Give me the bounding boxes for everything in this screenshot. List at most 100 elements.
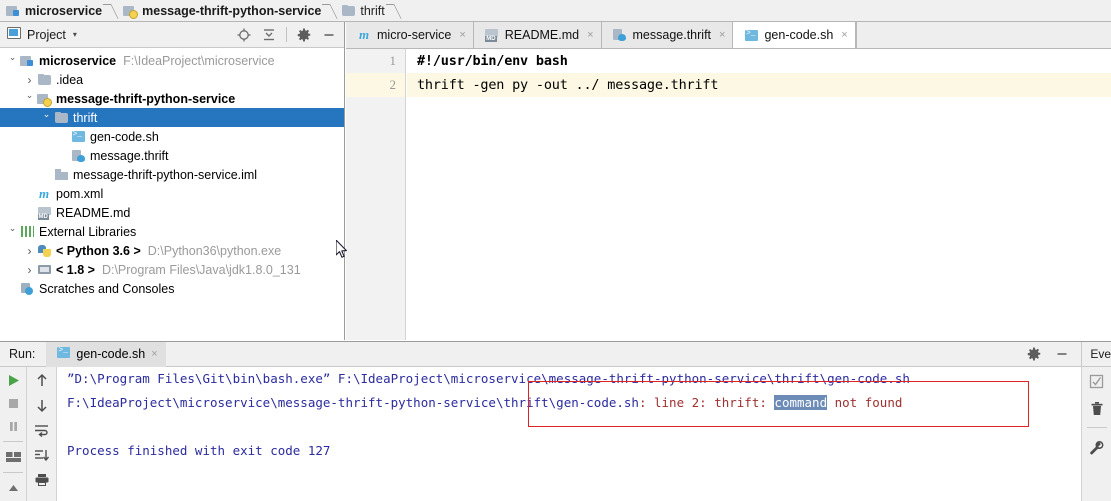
tree-item-label: Scratches and Consoles bbox=[39, 281, 175, 296]
chevron-down-icon[interactable] bbox=[23, 93, 36, 104]
stop-icon[interactable] bbox=[2, 394, 24, 412]
chevron-right-icon[interactable] bbox=[23, 73, 36, 87]
folder-icon bbox=[342, 5, 356, 16]
module-icon bbox=[6, 5, 20, 17]
project-panel-title: Project bbox=[27, 27, 66, 42]
shell-script-icon bbox=[743, 29, 759, 41]
tree-item-label: < 1.8 > bbox=[56, 262, 95, 277]
scratches-icon bbox=[19, 282, 35, 295]
tree-item-microservice[interactable]: microservice F:\IdeaProject\microservice bbox=[0, 51, 344, 70]
jdk-icon bbox=[36, 264, 52, 276]
layout-icon[interactable] bbox=[2, 448, 24, 466]
tree-item-path: F:\IdeaProject\microservice bbox=[123, 53, 275, 68]
pause-icon[interactable] bbox=[2, 417, 24, 435]
close-icon[interactable]: × bbox=[841, 29, 847, 41]
arrow-down-icon[interactable] bbox=[31, 396, 53, 414]
trash-icon[interactable] bbox=[1086, 399, 1108, 417]
up-icon[interactable] bbox=[2, 479, 24, 497]
minimize-icon[interactable] bbox=[318, 25, 340, 45]
tree-item-readme-md[interactable]: README.md bbox=[0, 203, 344, 222]
editor-tab-message-thrift[interactable]: message.thrift × bbox=[601, 22, 734, 48]
thrift-file-icon bbox=[70, 149, 86, 162]
close-icon[interactable]: × bbox=[719, 29, 725, 41]
code-line[interactable]: #!/usr/bin/env bash bbox=[407, 49, 1111, 73]
minimize-icon[interactable] bbox=[1051, 344, 1073, 364]
run-panel-label: Run: bbox=[9, 347, 36, 361]
breadcrumb-item-microservice[interactable]: microservice bbox=[0, 0, 104, 22]
collapse-all-icon[interactable] bbox=[258, 25, 280, 45]
maven-file-icon: m bbox=[38, 185, 50, 201]
project-panel-header: Project ▾ bbox=[0, 22, 344, 48]
event-log-button[interactable]: Eve bbox=[1081, 341, 1111, 367]
tree-item-external-libraries[interactable]: External Libraries bbox=[0, 222, 344, 241]
tree-item-message-thrift[interactable]: message.thrift bbox=[0, 146, 344, 165]
folder-icon bbox=[36, 74, 52, 85]
shell-script-icon bbox=[57, 346, 71, 361]
toolbar-divider bbox=[1086, 427, 1107, 428]
tree-item-message-thrift-python-service-iml[interactable]: message-thrift-python-service.iml bbox=[0, 165, 344, 184]
close-icon[interactable]: × bbox=[587, 29, 593, 41]
chevron-down-icon[interactable]: ▾ bbox=[73, 30, 77, 39]
console-error-text-b: not found bbox=[827, 395, 903, 410]
chevron-down-icon[interactable] bbox=[6, 226, 19, 237]
tree-item-label: message-thrift-python-service bbox=[56, 91, 236, 106]
editor-panel: m micro-service × README.md × message.thrift ×… bbox=[346, 22, 1111, 340]
editor-tab-bar[interactable]: m micro-service × README.md × message.thrift ×… bbox=[346, 22, 1111, 49]
print-icon[interactable] bbox=[31, 471, 53, 489]
soft-wrap-icon[interactable] bbox=[31, 421, 53, 439]
editor-tab-label: micro-service bbox=[377, 28, 452, 42]
editor-code-area[interactable]: 12 #!/usr/bin/env bash thrift -gen py -ou… bbox=[346, 49, 1111, 340]
chevron-down-icon[interactable] bbox=[6, 55, 19, 66]
tree-item-thrift[interactable]: thrift bbox=[0, 108, 344, 127]
project-window-icon bbox=[7, 27, 21, 42]
editor-tab-micro-service[interactable]: m micro-service × bbox=[346, 22, 474, 48]
console-error-link[interactable]: F:\IdeaProject\microservice\message-thri… bbox=[67, 395, 639, 410]
editor-lines[interactable]: #!/usr/bin/env bash thrift -gen py -out .… bbox=[407, 49, 1111, 340]
tree-item-message-thrift-python-service[interactable]: message-thrift-python-service bbox=[0, 89, 344, 108]
wrench-icon[interactable] bbox=[1086, 438, 1108, 456]
chevron-right-icon[interactable] bbox=[23, 244, 36, 258]
console-error-text-a: : line 2: thrift: bbox=[638, 395, 775, 410]
checkbox-icon[interactable] bbox=[1086, 372, 1108, 390]
toolbar-divider bbox=[3, 472, 23, 473]
run-icon[interactable] bbox=[2, 371, 24, 389]
toolbar-divider bbox=[3, 441, 23, 442]
run-tab-label: gen-code.sh bbox=[76, 347, 146, 361]
python-sdk-icon bbox=[36, 244, 52, 257]
tree-item-label: .idea bbox=[56, 72, 84, 87]
editor-tab-readme-md[interactable]: README.md × bbox=[473, 22, 602, 48]
thrift-file-icon bbox=[612, 29, 628, 41]
run-panel-body: ”D:\Program Files\Git\bin\bash.exe” F:\I… bbox=[0, 367, 1111, 501]
locate-icon[interactable] bbox=[233, 25, 255, 45]
breadcrumb-item-thrift[interactable]: thrift bbox=[336, 0, 386, 22]
tree-item-pom-xml[interactable]: m pom.xml bbox=[0, 184, 344, 203]
run-console-output[interactable]: ”D:\Program Files\Git\bin\bash.exe” F:\I… bbox=[57, 367, 1081, 501]
toolbar-divider bbox=[286, 27, 287, 42]
shell-script-icon bbox=[70, 130, 86, 142]
code-line[interactable]: thrift -gen py -out ../ message.thrift bbox=[407, 73, 1111, 97]
tree-item-idea[interactable]: .idea bbox=[0, 70, 344, 89]
scroll-to-end-icon[interactable] bbox=[31, 446, 53, 464]
chevron-right-icon[interactable] bbox=[23, 263, 36, 277]
breadcrumb-separator-icon bbox=[323, 0, 336, 22]
tree-item-gen-code-sh[interactable]: gen-code.sh bbox=[0, 127, 344, 146]
console-selected-word[interactable]: command bbox=[774, 395, 828, 410]
close-icon[interactable]: × bbox=[151, 348, 157, 360]
tree-item-scratches-and-consoles[interactable]: Scratches and Consoles bbox=[0, 279, 344, 298]
module-icon bbox=[19, 55, 35, 67]
tree-item-python-3-6[interactable]: < Python 3.6 > D:\Python36\python.exe bbox=[0, 241, 344, 260]
run-tab-gen-code-sh[interactable]: gen-code.sh × bbox=[46, 341, 166, 367]
breadcrumb-separator-icon bbox=[104, 0, 117, 22]
editor-tab-label: gen-code.sh bbox=[764, 28, 834, 42]
project-tree[interactable]: microservice F:\IdeaProject\microservice.… bbox=[0, 48, 344, 339]
tree-item-1-8[interactable]: < 1.8 > D:\Program Files\Java\jdk1.8.0_13… bbox=[0, 260, 344, 279]
editor-tab-gen-code-sh[interactable]: gen-code.sh × bbox=[733, 22, 856, 48]
breadcrumb-item-message-thrift-python-service[interactable]: message-thrift-python-service bbox=[117, 0, 323, 22]
arrow-up-icon[interactable] bbox=[31, 371, 53, 389]
close-icon[interactable]: × bbox=[459, 29, 465, 41]
settings-gear-icon[interactable] bbox=[1023, 344, 1045, 364]
editor-tab-label: message.thrift bbox=[632, 28, 712, 42]
chevron-down-icon[interactable] bbox=[40, 112, 53, 123]
settings-gear-icon[interactable] bbox=[293, 25, 315, 45]
